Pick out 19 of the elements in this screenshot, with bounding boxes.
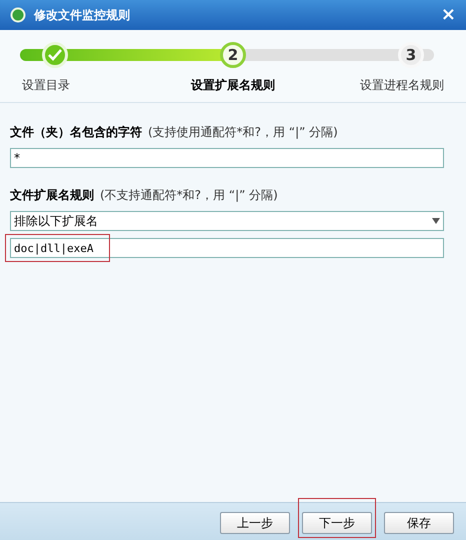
step-label: 设置目录: [22, 77, 70, 94]
dropdown-arrow-icon: [432, 218, 440, 224]
window-title: 修改文件监控规则: [34, 7, 131, 24]
field-label: 文件（夹）名包含的字符: [10, 124, 142, 141]
step-number: 2: [228, 44, 238, 66]
step-label: 设置进程名规则: [360, 77, 444, 94]
step-button[interactable]: 下一步: [302, 512, 372, 534]
field-hint: (支持使用通配符*和?，用 “|” 分隔): [148, 124, 338, 141]
mode-dropdown[interactable]: 排除以下扩展名: [10, 211, 444, 231]
step-button[interactable]: 保存: [384, 512, 454, 534]
field-label: 文件扩展名规则: [10, 187, 94, 204]
name-filter-field[interactable]: *: [10, 148, 444, 168]
field-hint: (不支持通配符*和?，用 “|” 分隔): [100, 187, 278, 204]
check-icon: [48, 49, 62, 61]
step-number: 3: [406, 44, 416, 66]
step-button[interactable]: 上一步: [220, 512, 290, 534]
extension-field[interactable]: doc|dll|exeA: [10, 238, 444, 258]
close-button[interactable]: ×: [440, 6, 456, 24]
step-label: 设置扩展名规则: [190, 77, 275, 94]
